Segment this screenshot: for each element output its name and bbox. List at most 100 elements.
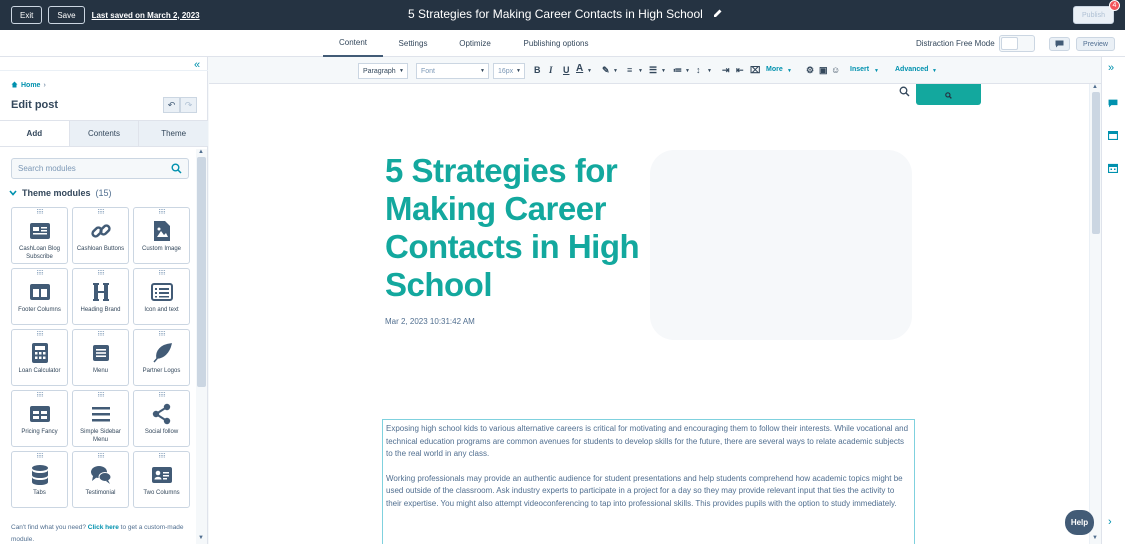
scroll-down-icon[interactable]: ▼ (198, 535, 204, 541)
paragraph-select[interactable]: Paragraph ▼ (358, 63, 408, 79)
module-footer-columns[interactable]: ⠿⠿ Footer Columns (11, 268, 68, 325)
caret-down-icon[interactable]: ▼ (638, 68, 643, 74)
help-button[interactable]: Help (1065, 510, 1094, 535)
layout-icon[interactable] (1107, 129, 1119, 143)
font-select[interactable]: Font ▼ (416, 63, 489, 79)
scroll-down-icon[interactable]: ▼ (1092, 535, 1098, 541)
module-icon-and-text[interactable]: ⠿⠿ Icon and text (133, 268, 190, 325)
sidebar-tab-theme[interactable]: Theme (138, 121, 209, 146)
comment-icon (1055, 37, 1064, 51)
breadcrumb-home[interactable]: Home (21, 82, 40, 89)
insert-menu[interactable]: Insert (850, 66, 869, 73)
redo-button[interactable]: ↷ (180, 97, 197, 113)
bold-icon[interactable]: B (534, 65, 541, 75)
line-height-icon[interactable]: ↕ (696, 65, 701, 75)
chevron-right-icon[interactable]: › (1108, 516, 1112, 528)
clear-format-icon[interactable]: ⌧ (750, 65, 760, 76)
search-icon[interactable] (171, 163, 182, 177)
module-testimonial[interactable]: ⠿⠿ Testimonial (72, 451, 129, 508)
outdent-icon[interactable]: ⇤ (736, 65, 744, 76)
advanced-menu[interactable]: Advanced (895, 66, 928, 73)
module-label: Heading Brand (80, 307, 121, 313)
scrollbar-thumb[interactable] (1092, 92, 1100, 234)
module-label: Simple Sidebar Menu (80, 429, 121, 443)
caret-down-icon[interactable]: ▼ (661, 68, 666, 74)
site-search-icon[interactable] (899, 86, 910, 100)
search-input[interactable] (12, 164, 162, 173)
sidebar-tab-contents[interactable]: Contents (68, 121, 139, 146)
module-partner-logos[interactable]: ⠿⠿ Partner Logos (133, 329, 190, 386)
italic-icon[interactable]: I (549, 65, 553, 75)
module-social-follow[interactable]: ⠿⠿ Social follow (133, 390, 190, 447)
sidebar-scrollbar[interactable]: ▲ ▼ (196, 149, 207, 544)
caret-down-icon[interactable]: ▼ (587, 68, 592, 74)
module-two-columns[interactable]: ⠿⠿ Two Columns (133, 451, 190, 508)
save-button[interactable]: Save (48, 6, 85, 24)
module-cashloan-buttons[interactable]: ⠿⠿ Cashloan Buttons (72, 207, 129, 264)
post-title[interactable]: 5 Strategies for Making Career Contacts … (385, 152, 645, 304)
caret-down-icon[interactable]: ▼ (787, 68, 792, 74)
pencil-icon[interactable] (713, 7, 723, 21)
caret-down-icon[interactable]: ▼ (685, 68, 690, 74)
caret-down-icon[interactable]: ▼ (932, 68, 937, 74)
module-custom-image[interactable]: ⠿⠿ Custom Image (133, 207, 190, 264)
theme-modules-toggle[interactable]: Theme modules (15) (9, 188, 112, 198)
emoji-icon[interactable]: ☺ (831, 65, 840, 75)
module-label: Menu (92, 368, 108, 374)
module-cashloan-blog-subscribe[interactable]: ⠿⠿ CashLoan Blog Subscribe (11, 207, 68, 264)
caret-down-icon[interactable]: ▼ (874, 68, 879, 74)
drag-handle-icon: ⠿⠿ (97, 454, 105, 460)
underline-icon[interactable]: U (563, 65, 570, 75)
editor-canvas[interactable]: 5 Strategies for Making Career Contacts … (209, 84, 1089, 544)
caret-down-icon[interactable]: ▼ (613, 68, 618, 74)
scroll-up-icon[interactable]: ▲ (198, 149, 204, 155)
module-label: Icon and text (144, 307, 179, 313)
module-loan-calculator[interactable]: ⠿⠿ Loan Calculator (11, 329, 68, 386)
font-size-select[interactable]: 16px ▼ (493, 63, 525, 79)
scroll-up-icon[interactable]: ▲ (1092, 84, 1098, 90)
click-here-link[interactable]: Click here (88, 524, 119, 531)
undo-button[interactable]: ↶ (163, 97, 180, 113)
comments-icon[interactable] (1108, 97, 1118, 111)
comments-button[interactable] (1049, 37, 1070, 51)
notification-badge[interactable]: 4 (1109, 0, 1120, 11)
breadcrumb[interactable]: Home › (11, 81, 46, 90)
tab-publishing-options[interactable]: Publishing options (515, 30, 597, 57)
preview-button[interactable]: Preview (1076, 37, 1115, 51)
editor-tabs-bar: Content Settings Optimize Publishing opt… (0, 30, 1125, 57)
calendar-icon[interactable] (1107, 162, 1119, 176)
font-size-value: 16px (498, 67, 514, 75)
featured-image-placeholder[interactable] (650, 150, 912, 340)
tab-settings[interactable]: Settings (390, 30, 436, 57)
sidebar-tab-add[interactable]: Add (0, 121, 69, 146)
module-pricing-fancy[interactable]: ⠿⠿ Pricing Fancy (11, 390, 68, 447)
module-label: Cashloan Buttons (76, 246, 125, 252)
publish-button[interactable]: Publish (1073, 6, 1114, 24)
exit-button[interactable]: Exit (11, 6, 43, 24)
module-simple-sidebar-menu[interactable]: ⠿⠿ Simple Sidebar Menu (72, 390, 129, 447)
post-body-editor[interactable]: Exposing high school kids to various alt… (382, 419, 915, 544)
highlight-icon[interactable]: ✎ (602, 65, 610, 76)
site-search-button[interactable] (916, 84, 981, 105)
caret-down-icon[interactable]: ▼ (707, 68, 712, 74)
module-label: Footer Columns (18, 307, 61, 313)
distraction-free-toggle[interactable] (999, 35, 1035, 52)
expand-panel-icon[interactable]: » (1108, 62, 1114, 74)
text-color-icon[interactable]: A (576, 63, 583, 74)
indent-icon[interactable]: ⇥ (722, 65, 730, 76)
tab-content[interactable]: Content (323, 30, 383, 57)
module-heading-brand[interactable]: ⠿⠿ Heading Brand (72, 268, 129, 325)
module-menu[interactable]: ⠿⠿ Menu (72, 329, 129, 386)
document-title[interactable]: 5 Strategies for Making Career Contacts … (408, 7, 723, 21)
bulleted-list-icon[interactable]: ☰ (649, 65, 657, 76)
module-tabs[interactable]: ⠿⠿ Tabs (11, 451, 68, 508)
scrollbar-thumb[interactable] (197, 157, 206, 387)
canvas-scrollbar[interactable]: ▲ ▼ (1089, 84, 1101, 544)
image-icon[interactable]: ▣ (819, 65, 828, 76)
more-menu[interactable]: More (766, 66, 783, 73)
tab-optimize[interactable]: Optimize (453, 30, 497, 57)
personalize-icon[interactable]: ⚙ (806, 65, 814, 76)
last-saved-link[interactable]: Last saved on March 2, 2023 (92, 11, 200, 20)
numbered-list-icon[interactable]: ≔ (673, 65, 682, 76)
align-icon[interactable]: ≡ (627, 65, 632, 75)
